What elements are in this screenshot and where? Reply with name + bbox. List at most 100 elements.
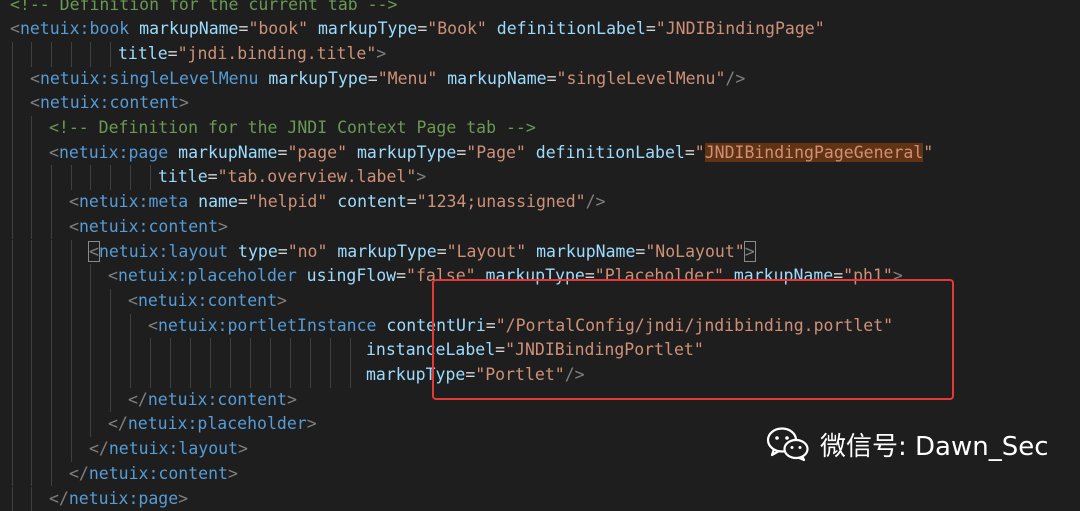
- code-token: <!-- Definition for the current tab -->: [10, 0, 397, 14]
- code-line[interactable]: </netuix:page>: [49, 487, 188, 511]
- indent-guide: [250, 363, 251, 388]
- code-line[interactable]: <netuix:content>: [128, 289, 287, 314]
- code-token: netuix:page: [69, 489, 178, 508]
- code-token: definitionLabel: [526, 143, 685, 162]
- code-token: netuix:portletInstance: [158, 316, 377, 335]
- code-token: <: [148, 316, 158, 335]
- indent-guide: [130, 165, 131, 190]
- code-line[interactable]: title="tab.overview.label">: [158, 165, 426, 190]
- indent-guide: [130, 314, 131, 339]
- code-token: netuix:layout: [99, 242, 228, 261]
- code-line[interactable]: <netuix:content>: [30, 91, 189, 116]
- indent-guide: [71, 42, 72, 67]
- code-token: <: [10, 19, 20, 38]
- indent-guide: [31, 141, 32, 166]
- code-line[interactable]: </netuix:content>: [69, 462, 238, 487]
- code-token: "jndi.binding.title": [178, 44, 377, 63]
- code-token: netuix:content: [79, 217, 218, 236]
- code-token: netuix:content: [148, 390, 287, 409]
- code-token: =: [238, 192, 248, 211]
- code-editor[interactable]: <!-- Definition for the current tab --> <…: [0, 0, 1080, 491]
- code-line[interactable]: <!-- Definition for the current tab -->: [10, 0, 397, 17]
- code-token: "helpid": [248, 192, 327, 211]
- code-token: =: [396, 266, 406, 285]
- code-line[interactable]: <netuix:singleLevelMenu markupType="Menu…: [30, 67, 745, 92]
- watermark: 微信号: Dawn_Sec: [766, 424, 1049, 464]
- code-token: markupType: [258, 69, 367, 88]
- indent-guide: [12, 412, 13, 437]
- code-token: "1234;unassigned": [417, 192, 586, 211]
- code-token: <: [69, 217, 79, 236]
- indent-guide: [31, 42, 32, 67]
- indent-guide: [12, 42, 13, 67]
- indent-guide: [330, 363, 331, 388]
- code-token: "Page": [466, 143, 526, 162]
- indent-guide: [90, 388, 91, 413]
- code-line[interactable]: title="jndi.binding.title">: [118, 42, 386, 67]
- indent-guide: [51, 42, 52, 67]
- code-token: >: [287, 390, 297, 409]
- indent-guide: [170, 363, 171, 388]
- code-token: usingFlow: [297, 266, 396, 285]
- code-token: "NoLayout": [645, 242, 744, 261]
- indent-guide: [170, 338, 171, 363]
- code-token: netuix:book: [20, 19, 129, 38]
- code-token: >: [277, 291, 287, 310]
- code-token: <: [128, 291, 138, 310]
- indent-guide: [12, 289, 13, 314]
- indent-guide: [90, 314, 91, 339]
- indent-guide: [90, 289, 91, 314]
- indent-guide: [31, 264, 32, 289]
- code-line[interactable]: <!-- Definition for the JNDI Context Pag…: [49, 116, 536, 141]
- code-token: netuix:layout: [109, 439, 238, 458]
- code-token: markupName: [526, 242, 635, 261]
- indent-guide: [71, 314, 72, 339]
- code-line[interactable]: <netuix:book markupName="book" markupTyp…: [10, 17, 825, 42]
- code-token: =: [368, 69, 378, 88]
- code-token: />: [725, 69, 745, 88]
- indent-guide: [31, 165, 32, 190]
- code-token: >: [416, 167, 426, 186]
- code-token: markupType: [308, 19, 417, 38]
- indent-guide: [51, 240, 52, 265]
- indent-guide: [51, 190, 52, 215]
- indent-guide: [290, 363, 291, 388]
- code-line[interactable]: <netuix:page markupName="page" markupTyp…: [49, 141, 933, 166]
- indent-guide: [12, 215, 13, 240]
- code-token: type: [228, 242, 278, 261]
- code-token: =: [208, 167, 218, 186]
- code-token: "book": [248, 19, 308, 38]
- code-token: =: [547, 69, 557, 88]
- code-token: =: [437, 242, 447, 261]
- code-token: </: [89, 439, 109, 458]
- indent-guide: [110, 338, 111, 363]
- indent-guide: [51, 462, 52, 487]
- code-token: netuix:placeholder: [128, 414, 307, 433]
- code-line[interactable]: <netuix:meta name="helpid" content="1234…: [69, 190, 606, 215]
- code-line[interactable]: <netuix:content>: [69, 215, 228, 240]
- code-line[interactable]: </netuix:placeholder>: [108, 412, 317, 437]
- indent-guide: [350, 338, 351, 363]
- code-line[interactable]: <netuix:layout type="no" markupType="Lay…: [89, 240, 755, 265]
- code-line[interactable]: </netuix:layout>: [89, 437, 248, 462]
- indent-guide: [31, 462, 32, 487]
- indent-guide: [31, 215, 32, 240]
- code-token: markupName: [168, 143, 277, 162]
- indent-guide: [12, 67, 13, 92]
- code-token: =: [685, 143, 695, 162]
- code-token: =: [168, 44, 178, 63]
- code-token: >: [238, 439, 248, 458]
- code-token: netuix:content: [40, 93, 179, 112]
- code-token: "Menu": [378, 69, 438, 88]
- code-token: </: [108, 414, 128, 433]
- indent-guide: [110, 42, 111, 67]
- code-line[interactable]: </netuix:content>: [128, 388, 297, 413]
- code-token: =: [278, 143, 288, 162]
- indent-guide: [71, 338, 72, 363]
- code-token: markupName: [437, 69, 546, 88]
- code-token: name: [188, 192, 238, 211]
- indent-guide: [110, 363, 111, 388]
- indent-guide: [51, 363, 52, 388]
- indent-guide: [12, 388, 13, 413]
- indent-guide: [31, 437, 32, 462]
